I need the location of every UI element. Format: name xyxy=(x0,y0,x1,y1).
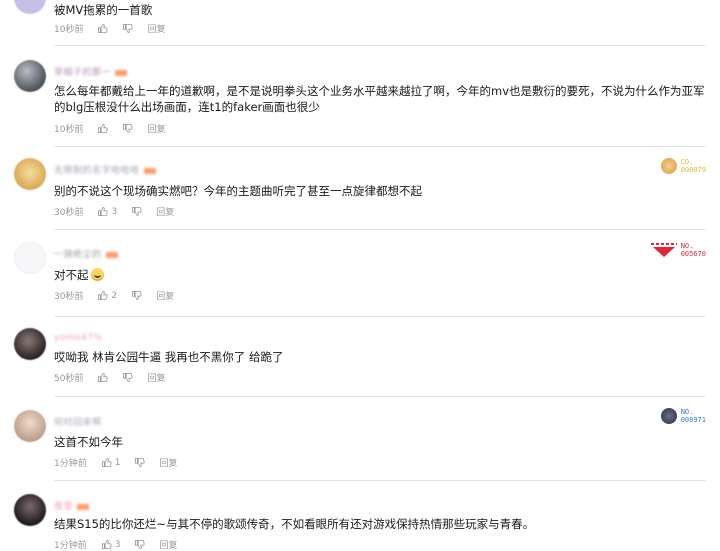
fan-badge: NO. 005670 xyxy=(650,242,706,258)
thumbs-up-icon xyxy=(98,123,109,134)
divider xyxy=(54,396,706,397)
thumbs-up-icon xyxy=(98,23,109,34)
thumbs-down-icon xyxy=(132,206,142,217)
thumbs-up-icon xyxy=(101,539,112,550)
badge-avatar-icon xyxy=(660,158,677,174)
reply-button[interactable]: 回复 xyxy=(147,22,165,35)
comment-text: 对不起 xyxy=(54,267,706,283)
comment-time: 1分钟前 xyxy=(54,541,87,551)
like-count: 2 xyxy=(111,290,118,301)
dislike-button[interactable] xyxy=(122,123,134,134)
comment-meta: 10秒前 回复 xyxy=(54,22,179,35)
reply-button[interactable]: 回复 xyxy=(159,538,177,551)
avatar[interactable] xyxy=(14,328,46,360)
reply-button[interactable]: 回复 xyxy=(156,205,174,218)
level-badge xyxy=(77,503,90,510)
comment-time: 10秒前 xyxy=(54,125,84,135)
dislike-button[interactable] xyxy=(131,206,142,217)
avatar[interactable] xyxy=(14,410,46,442)
avatar[interactable] xyxy=(14,158,46,190)
level-badge xyxy=(115,69,128,76)
comment-meta: 50秒前 回复 xyxy=(54,371,179,384)
fan-badge: CO. 000079 xyxy=(660,158,706,174)
badge-avatar-icon xyxy=(660,408,677,424)
comment-meta: 10秒前 回复 xyxy=(54,122,179,135)
level-badge xyxy=(105,251,118,258)
avatar[interactable] xyxy=(14,494,46,526)
comment-username[interactable]: 无限制的名字哈哈哈 xyxy=(54,163,156,176)
like-count: 3 xyxy=(111,206,118,217)
thumbs-down-icon xyxy=(135,539,146,550)
like-button[interactable]: 3 xyxy=(97,206,117,217)
thumbs-down-icon xyxy=(123,123,134,134)
thumbs-up-icon xyxy=(98,206,109,217)
comment-meta: 1分钟前 3 回复 xyxy=(54,538,191,551)
comment-meta: 30秒前 2 回复 xyxy=(54,289,188,303)
comment-text: 哎呦我 林肯公园牛逼 我再也不黑你了 给跪了 xyxy=(54,350,284,364)
comment-text: 结果S15的比你还烂~与其不停的歌颂传奇，不如看眼所有还对游戏保持热情那些玩家与… xyxy=(54,517,535,531)
comment-username[interactable]: 一骑绝尘的 xyxy=(54,247,118,260)
avatar[interactable] xyxy=(14,60,46,92)
fan-badge: NO. 008971 xyxy=(660,408,706,424)
divider xyxy=(54,316,706,317)
like-count: 1 xyxy=(114,457,121,468)
dislike-button[interactable] xyxy=(131,290,142,301)
thumbs-down-icon xyxy=(135,457,146,468)
comment-meta: 30秒前 3 回复 xyxy=(54,205,188,219)
reply-button[interactable]: 回复 xyxy=(156,289,174,302)
reply-button[interactable]: 回复 xyxy=(159,456,177,469)
comment-username[interactable]: yomo47% xyxy=(54,333,103,343)
comment-username[interactable]: 草帽子的那一 xyxy=(54,65,128,78)
like-count: 3 xyxy=(114,539,121,550)
reply-button[interactable]: 回复 xyxy=(147,371,165,384)
comment-time: 1分钟前 xyxy=(54,459,87,469)
comment-text: 这首不如今年 xyxy=(54,435,123,449)
like-button[interactable]: 1 xyxy=(101,457,121,468)
thumbs-up-icon xyxy=(98,372,109,383)
avatar[interactable] xyxy=(14,0,46,14)
comment-time: 50秒前 xyxy=(54,374,84,384)
divider xyxy=(54,480,706,481)
thumbs-down-icon xyxy=(123,23,134,34)
comment-text: 怎么每年都戴给上一年的道歉啊，是不是说明拳头这个业务水平越来越拉了啊，今年的mv… xyxy=(54,84,705,114)
dislike-button[interactable] xyxy=(122,23,134,34)
divider xyxy=(54,45,706,46)
like-button[interactable]: 3 xyxy=(101,539,121,550)
avatar[interactable] xyxy=(14,242,46,274)
dislike-button[interactable] xyxy=(134,539,146,550)
dislike-button[interactable] xyxy=(134,457,146,468)
thumbs-down-icon xyxy=(132,290,142,301)
thumbs-up-icon xyxy=(98,290,109,301)
like-button[interactable] xyxy=(97,23,109,34)
comment-time: 10秒前 xyxy=(54,25,84,35)
comment-username[interactable]: 夜里 xyxy=(54,499,90,512)
comment-time: 30秒前 xyxy=(54,292,84,302)
like-button[interactable] xyxy=(97,372,109,383)
comment-username[interactable]: 何时回来啊 xyxy=(54,415,102,428)
level-badge xyxy=(143,167,156,174)
comment-text: 别的不说这个现场确实燃吧？今年的主题曲听完了甚至一点旋律都想不起 xyxy=(54,184,422,198)
team-logo-icon xyxy=(650,243,677,257)
crying-face-icon xyxy=(90,268,104,281)
dislike-button[interactable] xyxy=(122,372,134,383)
comment-meta: 1分钟前 1 回复 xyxy=(54,456,191,470)
like-button[interactable] xyxy=(97,123,109,134)
thumbs-up-icon xyxy=(101,457,112,468)
comment-text: 被MV拖累的一首歌 xyxy=(54,3,153,17)
like-button[interactable]: 2 xyxy=(97,290,117,301)
reply-button[interactable]: 回复 xyxy=(147,122,165,135)
comment-time: 30秒前 xyxy=(54,208,84,218)
divider xyxy=(54,229,706,230)
thumbs-down-icon xyxy=(123,372,134,383)
divider xyxy=(54,146,706,147)
